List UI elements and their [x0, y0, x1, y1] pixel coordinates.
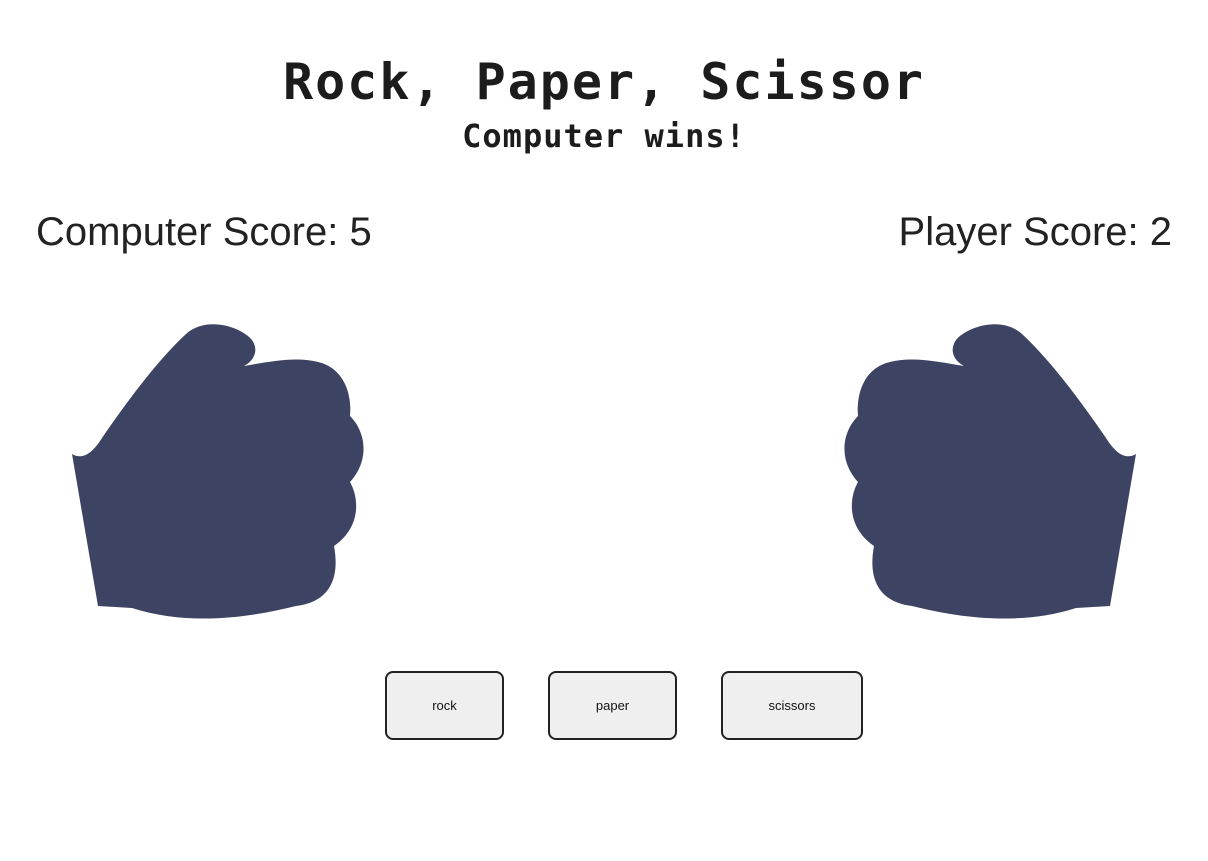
- computer-score: Computer Score: 5: [36, 210, 372, 254]
- computer-hand: [68, 320, 368, 625]
- rock-fist-icon: [844, 324, 1136, 619]
- paper-button[interactable]: paper: [548, 671, 677, 740]
- game-title: Rock, Paper, Scissor: [282, 53, 926, 111]
- rock-button[interactable]: rock: [385, 671, 504, 740]
- player-score: Player Score: 2: [898, 210, 1172, 254]
- scissors-button[interactable]: scissors: [721, 671, 863, 740]
- rock-fist-icon: [72, 324, 364, 619]
- round-result: Computer wins!: [462, 117, 746, 155]
- player-hand: [840, 320, 1140, 625]
